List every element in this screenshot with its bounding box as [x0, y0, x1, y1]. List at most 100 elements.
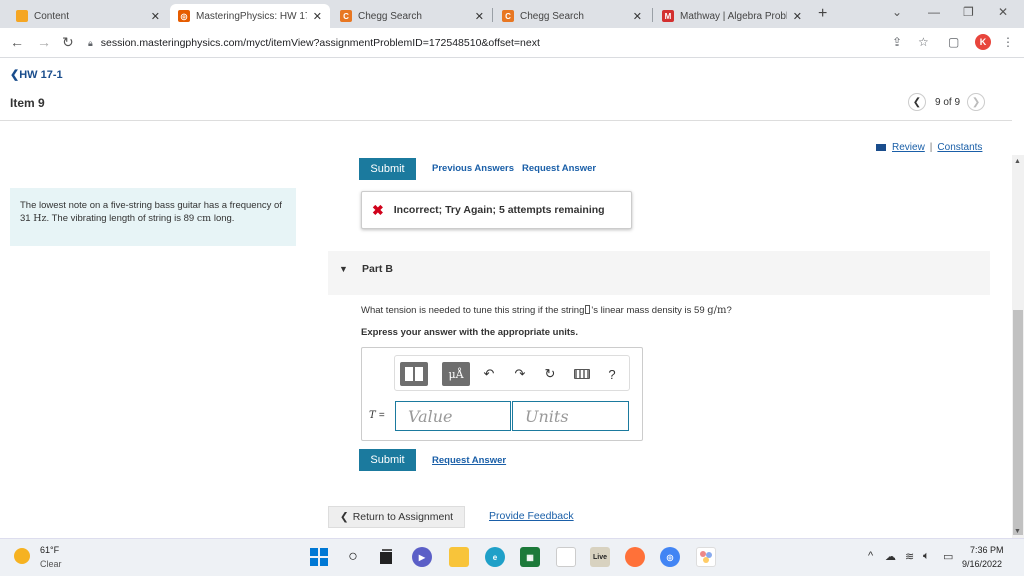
- edge-browser-icon[interactable]: e: [485, 547, 505, 567]
- close-icon[interactable]: ✕: [793, 10, 802, 23]
- browser-tab-content[interactable]: Content ✕: [8, 4, 168, 28]
- prev-item-button[interactable]: ❮: [908, 93, 926, 111]
- part-b-header[interactable]: [328, 251, 990, 295]
- chrome-icon[interactable]: ◎: [660, 547, 680, 567]
- help-button[interactable]: ?: [605, 362, 619, 386]
- question-text: What tension is needed to tune this stri…: [361, 305, 585, 316]
- back-icon[interactable]: ←: [10, 34, 24, 50]
- chevron-left-icon: ❮: [912, 96, 922, 108]
- reload-icon[interactable]: ↻: [62, 34, 74, 51]
- profile-avatar[interactable]: K: [975, 34, 991, 50]
- redo-icon[interactable]: ↷: [512, 362, 528, 386]
- constants-link[interactable]: Constants: [937, 142, 982, 153]
- previous-answers-link[interactable]: Previous Answers: [432, 163, 514, 174]
- mathway-favicon-icon: M: [662, 10, 674, 22]
- templates-button[interactable]: [400, 362, 428, 386]
- value-input[interactable]: [395, 401, 511, 431]
- part-a-submit-button[interactable]: Submit: [359, 158, 416, 180]
- address-bar: ← → ↻ 🔒︎ session.masteringphysics.com/my…: [0, 28, 1024, 58]
- close-icon[interactable]: ✕: [475, 10, 484, 23]
- units-input[interactable]: [512, 401, 629, 431]
- task-view-icon[interactable]: [376, 547, 396, 567]
- tab-search-icon[interactable]: ⌄: [892, 5, 902, 19]
- firefox-icon[interactable]: [625, 547, 645, 567]
- review-constants: Review | Constants: [876, 142, 982, 153]
- scrollbar-thumb[interactable]: [1013, 310, 1023, 535]
- sidebar-icon[interactable]: ▢: [948, 35, 959, 49]
- weather-moon-icon[interactable]: [14, 548, 30, 564]
- reset-icon[interactable]: ↻: [542, 362, 558, 386]
- question-text: ?: [726, 305, 732, 316]
- url-text[interactable]: session.masteringphysics.com/myct/itemVi…: [101, 37, 540, 49]
- wifi-icon[interactable]: ≋: [905, 550, 914, 563]
- cloud-sync-icon[interactable]: ☁: [885, 550, 896, 563]
- lock-icon: 🔒︎: [88, 37, 93, 48]
- window-close-icon[interactable]: ✕: [998, 5, 1008, 19]
- teams-chat-icon[interactable]: ▶: [412, 547, 432, 567]
- content-favicon-icon: [16, 10, 28, 22]
- browser-tab-bar: Content ✕ ◎ MasteringPhysics: HW 17 ✕ C …: [0, 0, 1024, 28]
- provide-feedback-link[interactable]: Provide Feedback: [489, 510, 574, 522]
- part-b-submit-button[interactable]: Submit: [359, 449, 416, 471]
- browser-tab-mastering[interactable]: ◎ MasteringPhysics: HW 17 ✕: [170, 4, 330, 28]
- file-explorer-icon[interactable]: [449, 547, 469, 567]
- browser-tab-chegg-1[interactable]: C Chegg Search ✕: [332, 4, 492, 28]
- divider: |: [929, 142, 933, 153]
- windows-start-icon[interactable]: [309, 547, 329, 567]
- new-tab-button[interactable]: +: [818, 5, 827, 23]
- book-icon: [876, 144, 886, 151]
- minimize-icon[interactable]: —: [928, 5, 940, 19]
- weather-condition[interactable]: Clear: [40, 559, 62, 569]
- restore-icon[interactable]: ❐: [963, 5, 974, 19]
- browser-tab-mathway[interactable]: M Mathway | Algebra Proble ✕: [654, 4, 810, 28]
- chegg-favicon-icon: C: [340, 10, 352, 22]
- volume-icon[interactable]: 🔈︎: [923, 550, 930, 563]
- url-field[interactable]: 🔒︎ session.masteringphysics.com/myct/ite…: [88, 32, 888, 54]
- paint-app-icon[interactable]: [696, 547, 716, 567]
- share-icon[interactable]: ⇪: [892, 35, 902, 49]
- pager-text: 9 of 9: [935, 96, 961, 108]
- clock-time[interactable]: 7:36 PM: [970, 545, 1004, 555]
- weather-temp[interactable]: 61°F: [40, 545, 59, 555]
- live-label: Live: [592, 553, 607, 561]
- back-to-assignment-link[interactable]: ❮HW 17-1: [10, 68, 63, 81]
- unit-g-per-m: g/m: [707, 305, 727, 316]
- math-toolbar: μÅ ↶ ↷ ↻ ?: [394, 355, 630, 391]
- close-icon[interactable]: ✕: [633, 10, 642, 23]
- search-icon[interactable]: ○: [343, 547, 363, 567]
- tab-title: MasteringPhysics: HW 17: [196, 10, 307, 22]
- chevron-up-icon[interactable]: ^: [868, 550, 873, 562]
- next-item-button[interactable]: ❯: [967, 93, 986, 111]
- feedback-text: Incorrect; Try Again; 5 attempts remaini…: [393, 204, 605, 216]
- keyboard-button[interactable]: [573, 362, 591, 386]
- part-b-question: What tension is needed to tune this stri…: [361, 305, 732, 316]
- problem-text: . The vibrating length of string is 89: [46, 213, 197, 225]
- review-link[interactable]: Review: [892, 142, 925, 153]
- tab-title: Content: [34, 10, 70, 22]
- browser-tab-chegg-2[interactable]: C Chegg Search ✕: [494, 4, 650, 28]
- incorrect-feedback: ✖ Incorrect; Try Again; 5 attempts remai…: [361, 191, 632, 229]
- bookmark-star-icon[interactable]: ☆: [918, 35, 929, 49]
- problem-statement: The lowest note on a five-string bass gu…: [10, 188, 296, 246]
- return-to-assignment-button[interactable]: ❮ Return to Assignment: [328, 506, 465, 528]
- close-icon[interactable]: ✕: [151, 10, 160, 23]
- item-pager: ❮ 9 of 9 ❯: [908, 93, 986, 111]
- clock-date[interactable]: 9/16/2022: [962, 559, 1002, 569]
- live-app-icon[interactable]: Live: [590, 547, 610, 567]
- scroll-up-icon[interactable]: ▲: [1014, 158, 1021, 165]
- scroll-down-icon[interactable]: ▼: [1014, 528, 1021, 535]
- missing-glyph-icon: [585, 305, 591, 314]
- battery-icon[interactable]: ▭: [943, 550, 953, 563]
- units-symbols-button[interactable]: μÅ: [442, 362, 470, 386]
- close-icon[interactable]: ✕: [313, 10, 322, 23]
- part-a-request-answer-link[interactable]: Request Answer: [522, 163, 596, 174]
- collapse-triangle-icon[interactable]: ▼: [339, 264, 348, 274]
- undo-icon[interactable]: ↶: [481, 362, 497, 386]
- amazon-icon[interactable]: [556, 547, 576, 567]
- store-icon[interactable]: ▦: [520, 547, 540, 567]
- menu-kebab-icon[interactable]: ⋮: [1002, 35, 1014, 49]
- forward-icon[interactable]: →: [37, 34, 51, 50]
- chevron-right-icon: ❯: [971, 96, 981, 108]
- part-b-request-answer-link[interactable]: Request Answer: [432, 455, 506, 466]
- tab-title: Chegg Search: [520, 10, 584, 22]
